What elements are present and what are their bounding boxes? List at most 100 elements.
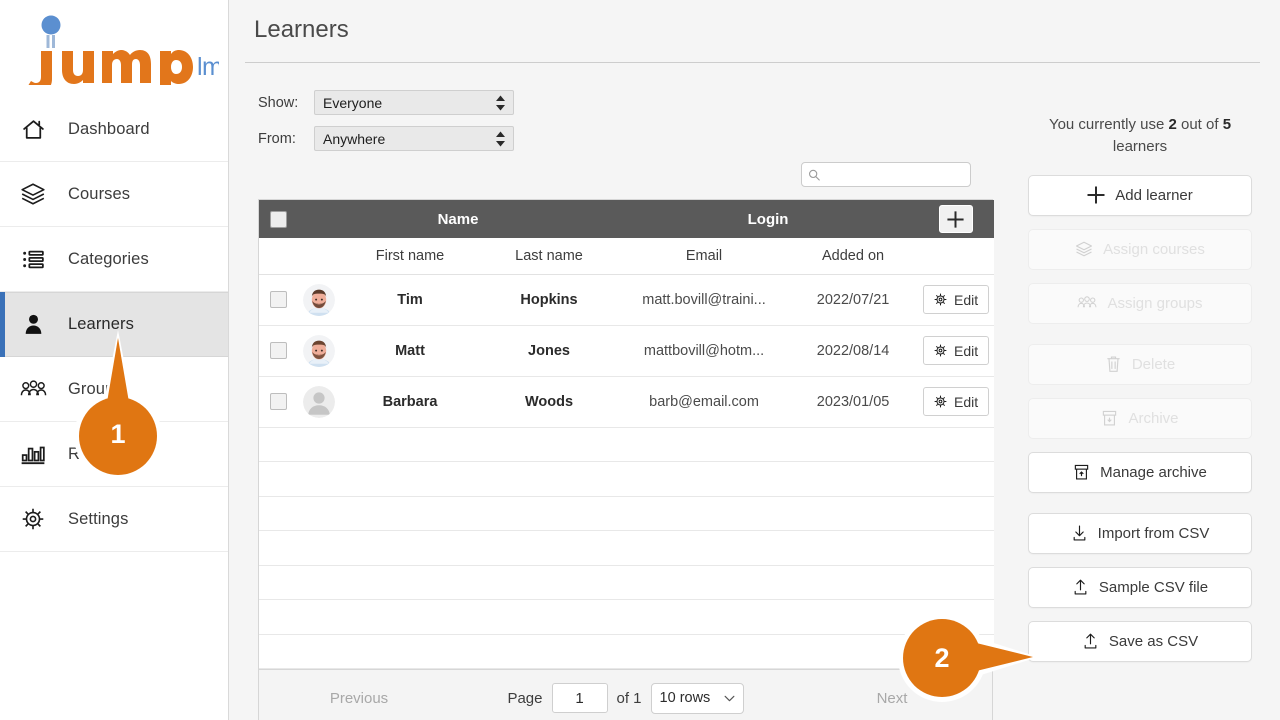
books-icon: [1076, 241, 1093, 257]
row-checkbox-cell: [259, 274, 297, 326]
row-first-name: Barbara: [341, 376, 479, 428]
sidebar-item-settings[interactable]: Settings: [0, 487, 228, 552]
search-input[interactable]: [824, 167, 964, 182]
table-row[interactable]: Matt Jones mattbovill@hotm... 2022/08/14: [259, 325, 995, 377]
actions-panel: You currently use 2 out of 5 learners Ad…: [1000, 64, 1280, 720]
filter-show-select[interactable]: Everyone: [314, 90, 514, 115]
row-checkbox[interactable]: [269, 393, 287, 410]
search-box[interactable]: [801, 162, 971, 187]
table-body: First name Last name Email Added on Tim …: [259, 238, 995, 669]
jumplms-logo-icon: lms: [28, 15, 219, 85]
brand-logo[interactable]: lms: [0, 0, 228, 97]
row-checkbox[interactable]: [269, 342, 287, 359]
row-first-name: Matt: [341, 325, 479, 377]
table-empty-row: [259, 599, 995, 635]
row-avatar-cell: [297, 325, 341, 377]
callout-marker-1: 1: [68, 326, 168, 484]
table-empty-row: [259, 530, 995, 566]
trash-icon: [1107, 356, 1120, 372]
subheader-email: Email: [619, 238, 790, 275]
subheader-spacer: [259, 238, 297, 275]
table-row[interactable]: Tim Hopkins matt.bovill@traini... 2022/0…: [259, 274, 995, 326]
row-checkbox-cell: [259, 376, 297, 428]
add-learner-button[interactable]: Add learner: [1028, 174, 1252, 216]
rows-per-page-select[interactable]: 10 rows: [650, 682, 744, 714]
row-added-on: 2023/01/05: [789, 376, 918, 428]
edit-button[interactable]: Edit: [922, 336, 989, 365]
import-from-csv-button[interactable]: Import from CSV: [1028, 512, 1252, 554]
chevron-updown-icon: [496, 95, 505, 110]
row-actions: Edit: [917, 376, 995, 428]
callout-number: 1: [110, 419, 126, 449]
archive-icon: [1103, 410, 1117, 426]
main-content: Learners Show: Everyone From: Anywhere N…: [229, 0, 1280, 720]
sidebar-item-label: Categories: [68, 249, 149, 268]
filter-show-row: Show: Everyone: [258, 90, 1000, 115]
filter-from-row: From: Anywhere: [258, 126, 1000, 151]
learners-table: Name Login First name Last name Email Ad…: [258, 199, 995, 670]
button-label: Save as CSV: [1108, 632, 1199, 650]
row-avatar-cell: [297, 376, 341, 428]
previous-page-button[interactable]: Previous: [259, 690, 459, 707]
subheader-added-on: Added on: [789, 238, 918, 275]
app-root: lms Dashboard: [0, 0, 1280, 720]
quota-suffix: learners: [1112, 137, 1168, 155]
button-label: Delete: [1131, 355, 1176, 373]
gear-icon: [934, 293, 947, 306]
table-row[interactable]: Barbara Woods barb@email.com 2023/01/05: [259, 376, 995, 428]
pagination-bar: Previous Page of 1 10 rows Next: [258, 670, 993, 720]
archive-up-icon: [1074, 464, 1089, 480]
subheader-first-name: First name: [341, 238, 479, 275]
people-icon: [16, 372, 50, 406]
row-added-on: 2022/08/14: [789, 325, 918, 377]
row-first-name: Tim: [341, 274, 479, 326]
filter-controls: Show: Everyone From: Anywhere: [229, 64, 1000, 151]
subheader-last-name: Last name: [479, 238, 620, 275]
add-column-header: [917, 200, 995, 238]
page-number-input[interactable]: [551, 683, 608, 713]
assign-courses-button: Assign courses: [1028, 228, 1252, 270]
chevron-down-icon: [724, 695, 734, 701]
row-email: matt.bovill@traini...: [619, 274, 790, 326]
select-all-header: [259, 200, 297, 238]
download-icon: [1073, 525, 1086, 541]
row-last-name: Jones: [479, 325, 620, 377]
row-checkbox[interactable]: [269, 291, 287, 308]
rows-per-page-value: 10 rows: [659, 690, 711, 706]
person-icon: [16, 308, 50, 342]
page-label: Page: [507, 689, 543, 707]
save-as-csv-button[interactable]: Save as CSV: [1028, 620, 1252, 662]
table-empty-row: [259, 496, 995, 531]
quota-prefix: You currently use: [1048, 116, 1165, 133]
sidebar-item-courses[interactable]: Courses: [0, 162, 228, 227]
table-subheader-row: First name Last name Email Added on: [259, 238, 995, 275]
bar-chart-icon: [16, 437, 50, 471]
button-label: Archive: [1128, 409, 1179, 427]
filter-from-value: Anywhere: [323, 130, 386, 147]
select-all-checkbox[interactable]: [269, 210, 287, 228]
list-icon: [16, 242, 50, 276]
table-empty-row: [259, 565, 995, 600]
content-columns: Show: Everyone From: Anywhere Name Login…: [229, 64, 1280, 720]
filter-from-select[interactable]: Anywhere: [314, 126, 514, 151]
add-learner-plus-button[interactable]: [938, 205, 973, 233]
manage-archive-button[interactable]: Manage archive: [1028, 451, 1252, 493]
edit-button[interactable]: Edit: [922, 387, 989, 416]
books-icon: [16, 177, 50, 211]
page-controls: Page of 1 10 rows: [459, 682, 792, 714]
button-label: Assign groups: [1107, 294, 1203, 312]
chevron-updown-icon: [496, 131, 505, 146]
sample-csv-file-button[interactable]: Sample CSV file: [1028, 566, 1252, 608]
edit-button-label: Edit: [953, 291, 979, 308]
learners-column: Show: Everyone From: Anywhere Name Login…: [229, 64, 1000, 720]
sidebar-item-categories[interactable]: Categories: [0, 227, 228, 292]
row-added-on: 2022/07/21: [789, 274, 918, 326]
sidebar-item-dashboard[interactable]: Dashboard: [0, 97, 228, 162]
man-beard-avatar: [303, 283, 335, 316]
upload-icon: [1084, 633, 1097, 649]
sidebar-item-label: Settings: [68, 509, 129, 528]
button-label: Import from CSV: [1097, 524, 1210, 542]
plus-icon: [1087, 186, 1105, 204]
edit-button[interactable]: Edit: [922, 285, 989, 314]
search-icon: [809, 169, 820, 181]
